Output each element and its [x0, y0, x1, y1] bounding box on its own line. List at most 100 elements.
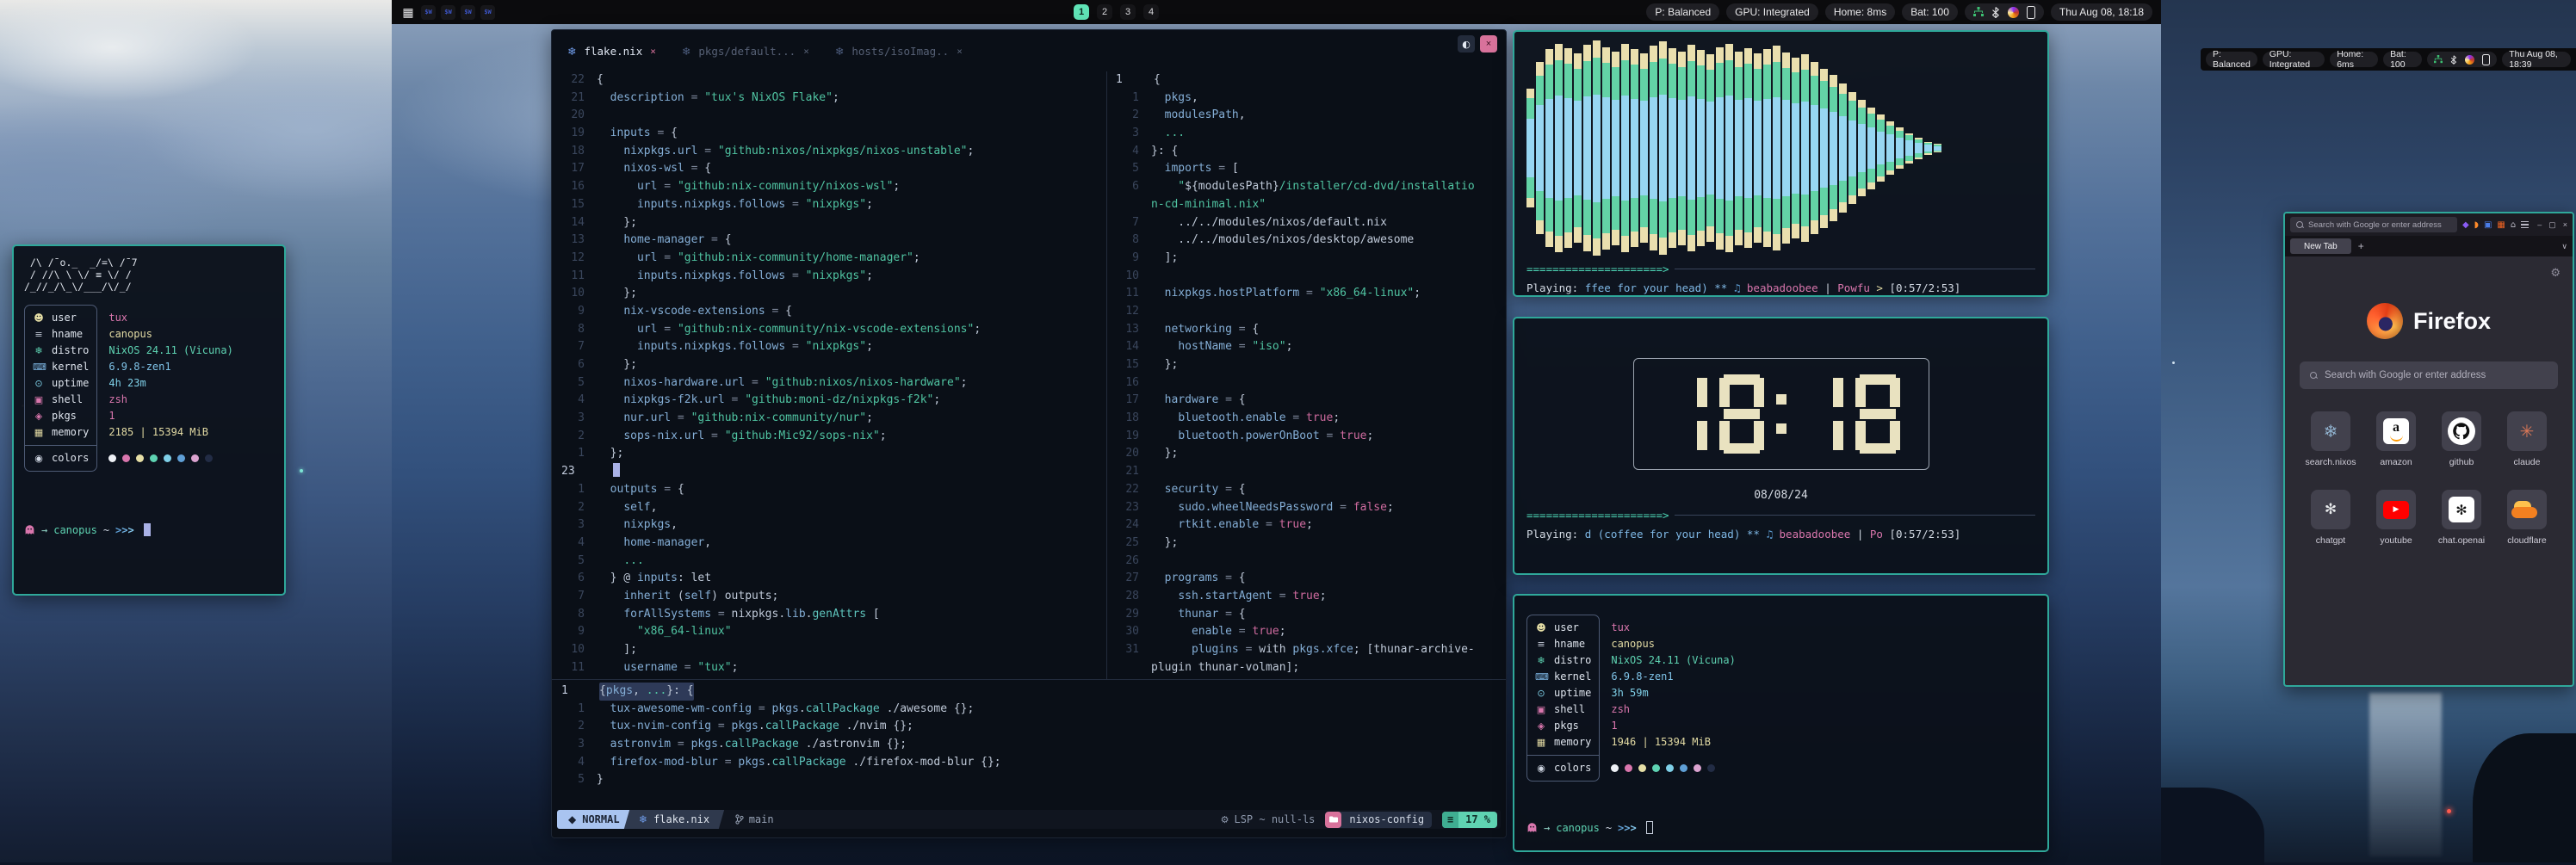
shortcut-tile[interactable]: [2507, 490, 2547, 529]
code-line: 24 rtkit.enable = true;: [1113, 516, 1502, 534]
clock-widget[interactable]: Thu Aug 08, 18:39: [2502, 52, 2571, 67]
shortcut-chat-openai[interactable]: ✻chat.openai: [2438, 490, 2485, 546]
shortcut-tile[interactable]: ▶: [2376, 490, 2416, 529]
ping-widget[interactable]: Home: 6ms: [2330, 52, 2378, 67]
extension-blue-icon[interactable]: ▣: [2484, 220, 2492, 230]
line-number: 16: [559, 178, 585, 196]
fetch-value: 4h 23m: [108, 375, 233, 392]
dark-reader-icon[interactable]: ◗: [2474, 220, 2479, 230]
minimize-button[interactable]: –: [2537, 220, 2542, 230]
cava-bar: [1555, 40, 1563, 256]
shortcut-search-nixos[interactable]: ❄search.nixos: [2306, 411, 2356, 467]
gpu-widget[interactable]: GPU: Integrated: [1726, 3, 1818, 21]
line-number: 5: [559, 553, 585, 571]
shortcut-tile[interactable]: ✳: [2507, 411, 2547, 451]
extension-diamond-icon[interactable]: ◆: [2462, 220, 2469, 230]
maximize-button[interactable]: ▢: [2548, 220, 2556, 230]
code-pane-flake-nix[interactable]: 22{21 description = "tux's NixOS Flake";…: [559, 71, 1103, 677]
tasklist-client-icon[interactable]: $W: [480, 5, 495, 20]
battery-widget[interactable]: Bat: 100: [2383, 52, 2422, 67]
star-sparkle: [2172, 361, 2175, 364]
tasklist-client-icon[interactable]: $W: [421, 5, 436, 20]
editor-tab-pkgs-default-[interactable]: ❄pkgs/default...×: [682, 45, 809, 58]
code-pane-pkgs-default-nix[interactable]: 1{pkgs, ...}: {1 tux-awesome-wm-config =…: [559, 683, 1501, 791]
code-line: 27 programs = {: [1113, 570, 1502, 588]
cava-bar: [1867, 40, 1875, 256]
tag-2[interactable]: 2: [1097, 4, 1112, 20]
shortcut-claude[interactable]: ✳claude: [2507, 411, 2547, 467]
gpu-widget[interactable]: GPU: Integrated: [2263, 52, 2325, 67]
close-button[interactable]: ×: [2563, 220, 2567, 230]
code-text: {: [597, 71, 604, 90]
code-line: 11 username = "tux";: [559, 659, 1103, 677]
fetch-values: tuxcanopusNixOS 24.11 (Vicuna)6.9.8-zen1…: [108, 305, 233, 472]
buffer-close-button[interactable]: ×: [1480, 35, 1497, 53]
code-line: 15 inputs.nixpkgs.follows = "nixpkgs";: [559, 196, 1103, 214]
code-line: 22 security = {: [1113, 481, 1502, 499]
line-number: 2: [559, 428, 585, 446]
tag-4[interactable]: 4: [1143, 4, 1159, 20]
shortcut-tile[interactable]: ❄: [2311, 411, 2350, 451]
new-tab-button[interactable]: +: [2358, 240, 2364, 252]
tag-1[interactable]: 1: [1074, 4, 1089, 20]
line-number: 13: [559, 232, 585, 250]
address-bar[interactable]: Search with Google or enter address: [2290, 217, 2457, 232]
line-number: 5: [559, 771, 585, 789]
firefox-brand: Firefox: [2367, 303, 2491, 339]
code-text: thunar = {: [1151, 606, 1246, 624]
editor-tab-flake-nix[interactable]: ❄flake.nix×: [567, 45, 656, 58]
code-text: [599, 463, 613, 481]
tab-close-icon[interactable]: ×: [650, 46, 656, 57]
shortcut-tile[interactable]: ✻: [2311, 490, 2350, 529]
extensions-menu-icon[interactable]: ⌂: [2511, 220, 2516, 230]
shortcut-tile[interactable]: [2442, 411, 2481, 451]
terminal-fastfetch-right: ☻user≡hname❄distro⌨kernel⊙uptime▣shell◈p…: [1513, 594, 2049, 852]
system-tray[interactable]: [1965, 3, 2044, 21]
system-tray[interactable]: [2427, 52, 2497, 67]
tasklist-client-icon[interactable]: $W: [441, 5, 455, 20]
cava-bar: [1545, 40, 1553, 256]
clock-widget[interactable]: Thu Aug 08, 18:18: [2051, 3, 2152, 21]
project-badge[interactable]: nixos-config: [1325, 812, 1432, 828]
cava-bar: [1602, 40, 1610, 256]
extension-orange-icon[interactable]: ▦: [2497, 220, 2505, 230]
code-line: 21: [1113, 463, 1502, 481]
buffer-toggle-button[interactable]: ◐: [1458, 35, 1475, 53]
ping-widget[interactable]: Home: 8ms: [1825, 3, 1895, 21]
shortcut-tile[interactable]: ✻: [2442, 490, 2481, 529]
palette-dot: [1611, 764, 1619, 772]
taglist: 1234: [1074, 4, 1159, 20]
shortcut-tile[interactable]: a: [2376, 411, 2416, 451]
line-number: 9: [559, 623, 585, 641]
color-palette: [108, 450, 233, 466]
tab-overflow-chevron[interactable]: ∨: [2561, 242, 2567, 251]
power-profile-widget[interactable]: P: Balanced: [1646, 3, 1719, 21]
palette-icon: ◉: [1535, 760, 1547, 776]
tab-new-tab[interactable]: New Tab: [2290, 238, 2351, 254]
shell-prompt[interactable]: → canopus ~ >>>: [24, 523, 151, 536]
shortcut-github[interactable]: github: [2442, 411, 2481, 467]
app-launcher-icon[interactable]: ▦: [400, 4, 416, 20]
personalize-gear-icon[interactable]: ⚙: [2550, 267, 2561, 280]
shortcut-youtube[interactable]: ▶youtube: [2376, 490, 2416, 546]
pane-separator-vertical[interactable]: [1106, 71, 1107, 679]
shortcut-chatgpt[interactable]: ✻chatgpt: [2311, 490, 2350, 546]
tab-close-icon[interactable]: ×: [803, 46, 809, 57]
newtab-search-field[interactable]: Search with Google or enter address: [2300, 361, 2558, 389]
fetch-value: 6.9.8-zen1: [1611, 669, 1736, 685]
tasklist-client-icon[interactable]: $W: [461, 5, 475, 20]
code-line: 1{pkgs, ...}: {: [559, 683, 1501, 701]
tab-close-icon[interactable]: ×: [957, 46, 963, 57]
code-pane-iso-default-nix[interactable]: 1{1 pkgs,2 modulesPath,3 ...4}: {5 impor…: [1113, 71, 1502, 677]
pane-separator-horizontal[interactable]: [552, 679, 1506, 680]
menu-icon[interactable]: [2521, 221, 2529, 229]
shortcut-cloudflare[interactable]: cloudflare: [2507, 490, 2547, 546]
bluetooth-icon: [2450, 55, 2457, 65]
shell-prompt[interactable]: → canopus ~ >>>: [1526, 821, 1653, 834]
editor-tab-hosts-isoImag-[interactable]: ❄hosts/isoImag..×: [835, 45, 963, 58]
code-line: 13 networking = {: [1113, 321, 1502, 339]
power-profile-widget[interactable]: P: Balanced: [2206, 52, 2257, 67]
battery-widget[interactable]: Bat: 100: [1902, 3, 1958, 21]
shortcut-amazon[interactable]: aamazon: [2376, 411, 2416, 467]
tag-3[interactable]: 3: [1120, 4, 1136, 20]
